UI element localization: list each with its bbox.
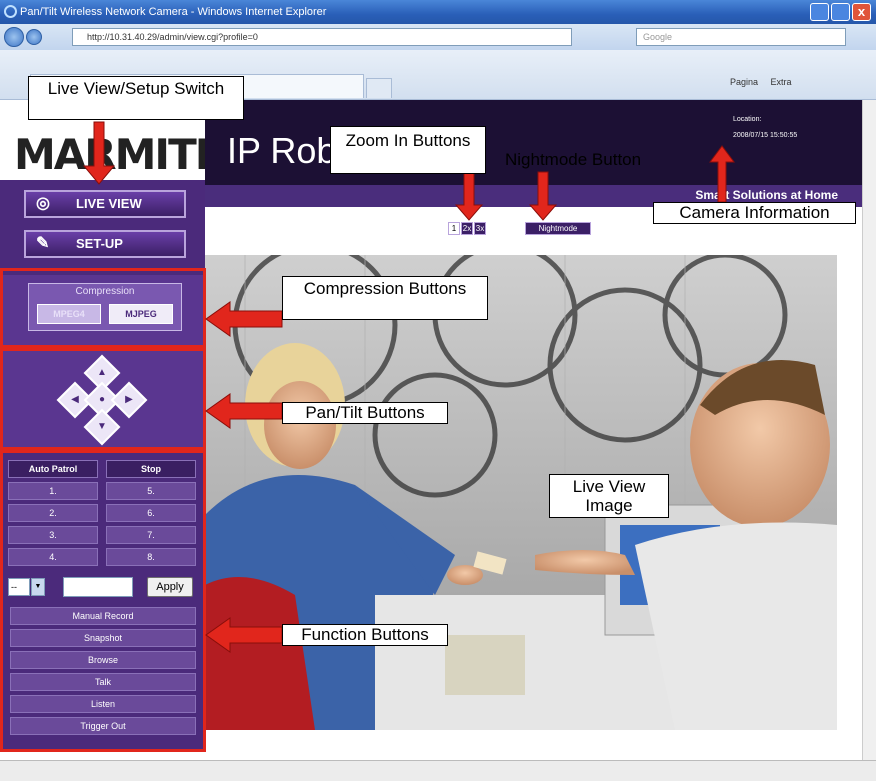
callout-camera-information: Camera Information — [653, 202, 856, 224]
arrow-left-icon — [205, 617, 283, 653]
label-nightmode-button: Nightmode Button — [505, 150, 642, 169]
callout-live-view-setup-switch: Live View/Setup Switch — [28, 76, 244, 120]
callout-function-buttons: Function Buttons — [282, 624, 448, 646]
arrow-down-icon — [528, 171, 558, 221]
callout-zoom-in-buttons: Zoom In Buttons — [330, 126, 486, 174]
callout-live-view-image: Live View Image — [549, 474, 669, 518]
callout-pan-tilt-buttons: Pan/Tilt Buttons — [282, 402, 448, 424]
arrow-left-icon — [205, 393, 283, 429]
callout-compression-buttons: Compression Buttons — [282, 276, 488, 320]
arrow-down-icon — [454, 171, 484, 221]
arrow-left-icon — [205, 301, 283, 337]
arrow-down-icon — [82, 121, 116, 185]
arrow-up-icon — [709, 145, 735, 203]
